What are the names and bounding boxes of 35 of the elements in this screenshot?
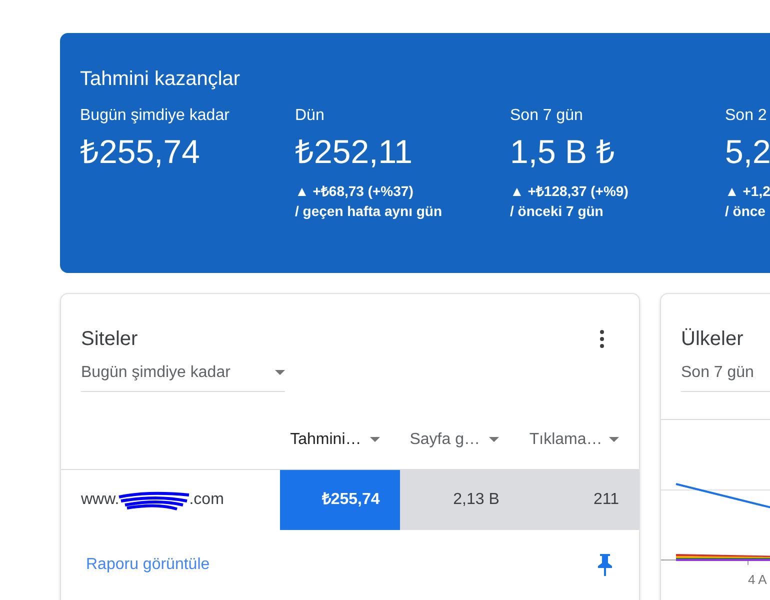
comparison-text: / önceki 7 gün [510, 202, 604, 221]
card-title: Siteler [81, 327, 138, 352]
axis-label: 4 A [748, 571, 768, 589]
table-cell: ₺255,74 [280, 470, 400, 530]
more-options-icon[interactable] [600, 330, 604, 348]
period-label: Son 2 [725, 106, 767, 126]
comparison-text: / önce [725, 202, 766, 221]
panel-title: Tahmini kazançlar [80, 67, 242, 92]
earnings-value: ₺252,11 [295, 132, 412, 172]
period-label: Bugün şimdiye kadar [80, 106, 230, 126]
earnings-value: ₺255,74 [80, 132, 200, 172]
column-header[interactable]: Tıklama… [519, 410, 639, 469]
card-title: Ülkeler [681, 328, 744, 350]
site-url: .com [189, 490, 224, 510]
column-header[interactable]: Sayfa g… [400, 410, 520, 469]
caret-icon [489, 437, 500, 442]
table-cell: 211 [519, 470, 639, 530]
table-cell: 2,13 B [400, 470, 520, 530]
period-label: Dün [295, 106, 324, 126]
period-dropdown[interactable]: Son 7 gün [681, 354, 770, 392]
earnings-value: 1,5 B ₺ [510, 132, 616, 172]
column-header[interactable]: Tahmini… [280, 410, 400, 469]
caret-icon [608, 437, 619, 442]
site-url: www. [81, 490, 120, 510]
period-label: Son 7 gün [510, 106, 583, 126]
caret-icon [370, 437, 380, 442]
caret-icon [275, 370, 285, 375]
change-text: ▲ +1,2 [725, 182, 770, 201]
change-text: ▲ +₺128,37 (+%9) [510, 182, 628, 201]
view-report-link[interactable]: Raporu görüntüle [86, 553, 210, 577]
comparison-text: / geçen hafta aynı gün [295, 202, 442, 221]
earnings-value: 5,2 [725, 132, 770, 172]
change-text: ▲ +₺68,73 (+%37) [295, 182, 414, 201]
period-dropdown[interactable]: Bugün şimdiye kadar [81, 354, 285, 392]
pin-icon[interactable] [598, 554, 612, 576]
